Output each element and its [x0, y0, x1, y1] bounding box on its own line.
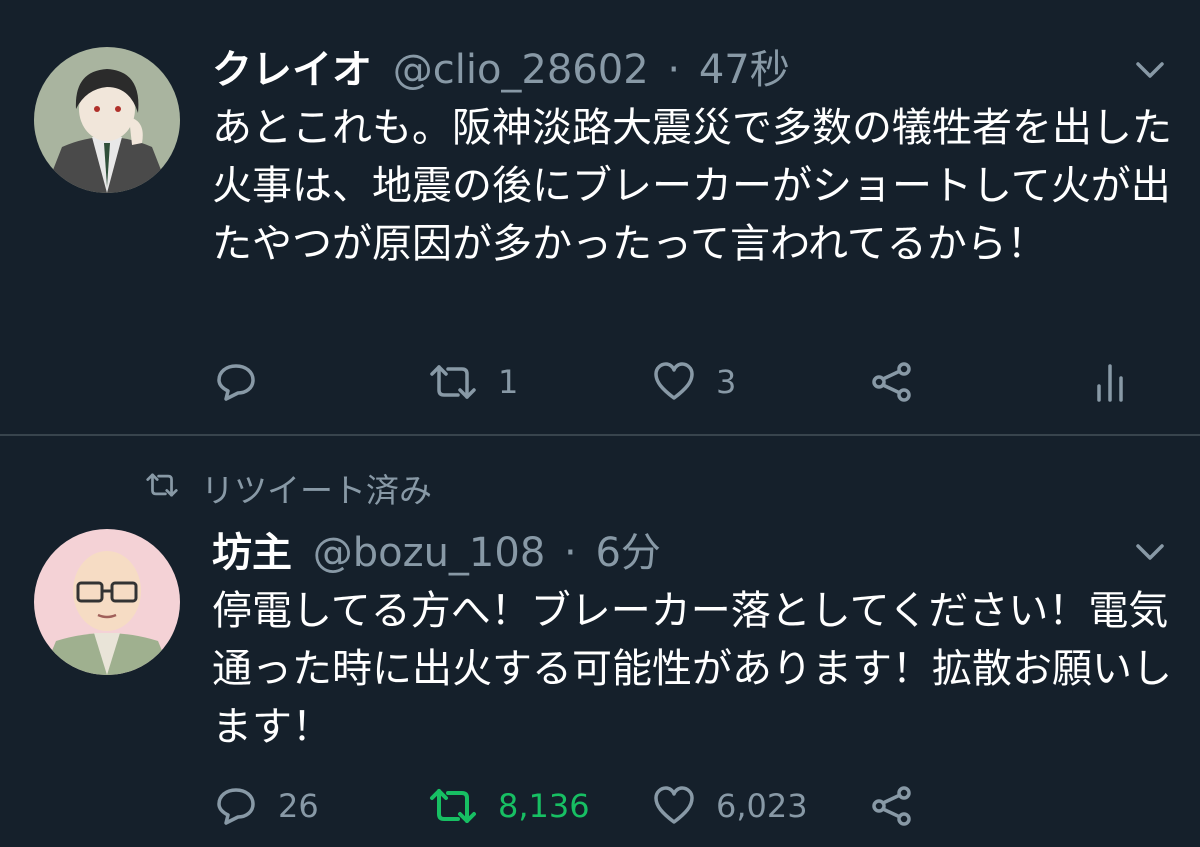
retweet-small-icon [145, 469, 179, 508]
author-handle[interactable]: @bozu_108 [313, 530, 546, 576]
retweet-arrows-icon [428, 784, 478, 828]
retweet-button[interactable]: 8,136 [428, 784, 590, 828]
retweet-context-label: リツイート済み [201, 471, 432, 510]
reply-bubble-icon [214, 360, 258, 404]
reply-bubble-icon [214, 784, 258, 828]
meta-separator: · [564, 530, 577, 576]
like-count: 6,023 [716, 787, 808, 825]
tweet[interactable]: クレイオ @clio_28602 · 47秒 あとこれも。阪神淡路大震災で多数の… [0, 0, 1200, 434]
analytics-bars-icon [1090, 360, 1130, 404]
meta-separator: · [667, 47, 681, 93]
like-button[interactable]: 6,023 [652, 784, 808, 828]
heart-icon [652, 360, 696, 404]
tweet-timestamp[interactable]: 47秒 [699, 47, 790, 93]
retweet-button[interactable]: 1 [428, 360, 518, 404]
like-button[interactable]: 3 [652, 360, 736, 404]
author-name[interactable]: 坊主 [212, 530, 292, 576]
avatar[interactable] [34, 529, 180, 675]
reply-count: 26 [278, 787, 319, 825]
author-name[interactable]: クレイオ [212, 47, 372, 93]
tweet[interactable]: リツイート済み 坊主 @bozu_108 · 6分 停電してる方へ！ブレーカー落… [0, 436, 1200, 847]
analytics-button[interactable] [1090, 360, 1130, 404]
heart-icon [652, 784, 696, 828]
avatar[interactable] [34, 47, 180, 193]
reply-button[interactable] [214, 360, 278, 404]
retweet-arrows-icon [428, 360, 478, 404]
tweet-text: 停電してる方へ！ブレーカー落としてください！電気通った時に出火する可能性がありま… [212, 588, 1172, 750]
share-button[interactable] [870, 360, 914, 404]
chevron-down-icon[interactable] [1130, 50, 1170, 90]
share-icon [870, 360, 914, 404]
author-handle[interactable]: @clio_28602 [393, 47, 649, 93]
like-count: 3 [716, 363, 737, 401]
chevron-down-icon[interactable] [1130, 532, 1170, 572]
reply-button[interactable]: 26 [214, 784, 319, 828]
tweet-text: あとこれも。阪神淡路大震災で多数の犠牲者を出した火事は、地震の後にブレーカーがシ… [212, 105, 1172, 267]
retweet-count: 1 [498, 363, 519, 401]
retweet-context: リツイート済み [145, 464, 432, 512]
share-icon [870, 784, 914, 828]
share-button[interactable] [870, 784, 914, 828]
tweet-header: 坊主 @bozu_108 · 6分 [212, 527, 661, 579]
tweet-header: クレイオ @clio_28602 · 47秒 [212, 44, 790, 96]
tweet-timestamp[interactable]: 6分 [595, 530, 660, 576]
retweet-count: 8,136 [498, 787, 590, 825]
